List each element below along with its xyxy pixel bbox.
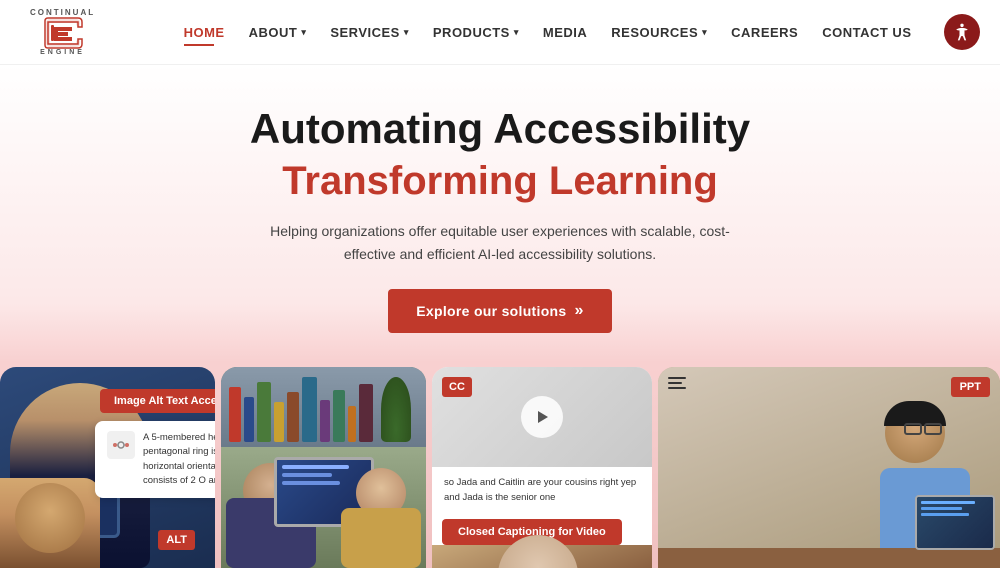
alt-label-badge: ALT [158, 530, 195, 550]
laptop-on-desk [915, 495, 995, 550]
nav-contact[interactable]: CONTACT US [812, 17, 921, 48]
elderly-person-photo [432, 545, 652, 568]
nav-products[interactable]: PRODUCTS ▾ [423, 17, 529, 48]
face-circle [15, 483, 85, 553]
nav-home[interactable]: HOME [174, 17, 235, 48]
logo-icon [40, 17, 86, 49]
nav-services[interactable]: SERVICES ▾ [320, 17, 419, 48]
cc-text-area: so Jada and Caitlin are your cousins rig… [432, 467, 652, 513]
nav-resources[interactable]: RESOURCES ▾ [601, 17, 717, 48]
cc-badge: CC [442, 377, 472, 397]
chevron-down-icon: ▾ [514, 27, 519, 38]
person-right [341, 468, 421, 568]
cta-button[interactable]: Explore our solutions » [388, 289, 611, 333]
card-alt-text: Image Alt Text Accessibility A 5-membere… [0, 367, 215, 568]
ppt-badge: PPT [951, 377, 990, 397]
logo[interactable]: CONTINUAL ENGINE [30, 8, 95, 56]
desk-person-photo [658, 367, 1000, 568]
card-closed-captions: CC so Jada and Caitlin are your cousins … [432, 367, 652, 568]
cta-label: Explore our solutions [416, 303, 566, 319]
cc-text: so Jada and Caitlin are your cousins rig… [444, 477, 636, 503]
chevron-down-icon: ▾ [702, 27, 707, 38]
hero-section: Automating Accessibility Transforming Le… [0, 65, 1000, 363]
cta-arrows-icon: » [575, 302, 584, 320]
bottom-person-photo [0, 478, 100, 568]
site-header: CONTINUAL ENGINE HOME ABOUT ▾ SERVICES [0, 0, 1000, 65]
card-ppt: PPT [658, 367, 1000, 568]
alt-description-popup: A 5-membered heterocyclic pentagonal rin… [95, 421, 215, 498]
accessibility-button[interactable] [944, 14, 980, 50]
hero-headline-2: Transforming Learning [20, 159, 980, 204]
chevron-down-icon: ▾ [404, 27, 409, 38]
hero-headline-1: Automating Accessibility [20, 105, 980, 153]
logo-text-bottom: ENGINE [40, 49, 85, 56]
nav-media[interactable]: MEDIA [533, 17, 597, 48]
bookshelf [221, 367, 426, 447]
main-nav: HOME ABOUT ▾ SERVICES ▾ PRODUCTS ▾ MEDIA… [125, 17, 970, 48]
nav-about[interactable]: ABOUT ▾ [239, 17, 317, 48]
alt-text-badge: Image Alt Text Accessibility [100, 389, 215, 413]
logo-text-top: CONTINUAL [30, 8, 95, 17]
chevron-down-icon: ▾ [301, 27, 306, 38]
menu-lines-icon [668, 377, 686, 389]
molecule-icon [107, 431, 135, 459]
hero-description: Helping organizations offer equitable us… [260, 220, 740, 265]
glasses-icon [904, 423, 942, 435]
card-laptop [221, 367, 426, 568]
play-button-icon[interactable] [521, 396, 563, 438]
laptop-photo-area [221, 367, 426, 568]
feature-cards: Image Alt Text Accessibility A 5-membere… [0, 363, 1000, 568]
nav-careers[interactable]: CAREERS [721, 17, 808, 48]
alt-description-text: A 5-membered heterocyclic pentagonal rin… [143, 431, 215, 488]
